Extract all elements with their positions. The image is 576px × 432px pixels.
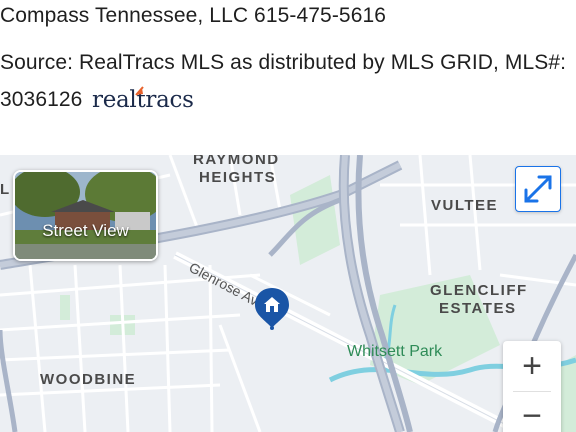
mls-number-text: 3036126 xyxy=(0,88,83,111)
zoom-control: + − xyxy=(503,341,561,432)
street-view-button[interactable]: Street View xyxy=(13,170,158,261)
street-view-thumbnail xyxy=(15,172,156,259)
map-view[interactable]: RAYMOND HEIGHTS VULTEE GLENCLIFF ESTATES… xyxy=(0,155,576,432)
home-pin-icon[interactable] xyxy=(253,286,291,337)
brokerage-contact-text: Compass Tennessee, LLC 615-475-5616 xyxy=(0,4,387,27)
park-label: Whitsett Park xyxy=(347,343,443,360)
fullscreen-button[interactable] xyxy=(515,166,561,212)
realtracs-logo: realtracs xyxy=(92,84,210,118)
mls-source-text: Source: RealTracs MLS as distributed by … xyxy=(0,51,567,74)
neighborhood-label: RAYMOND xyxy=(193,155,280,168)
neighborhood-label: VULTEE xyxy=(431,197,499,214)
neighborhood-label: HEIGHTS xyxy=(199,169,277,186)
zoom-in-button[interactable]: + xyxy=(503,341,561,391)
neighborhood-label: ESTATES xyxy=(439,300,517,317)
zoom-out-button[interactable]: − xyxy=(503,391,561,432)
street-view-label: Street View xyxy=(42,221,129,240)
neighborhood-label: L xyxy=(0,181,11,198)
neighborhood-label: GLENCLIFF xyxy=(430,282,528,299)
expand-arrows-icon xyxy=(524,175,552,203)
neighborhood-label: WOODBINE xyxy=(40,371,137,388)
arrow-check-icon xyxy=(135,86,144,96)
